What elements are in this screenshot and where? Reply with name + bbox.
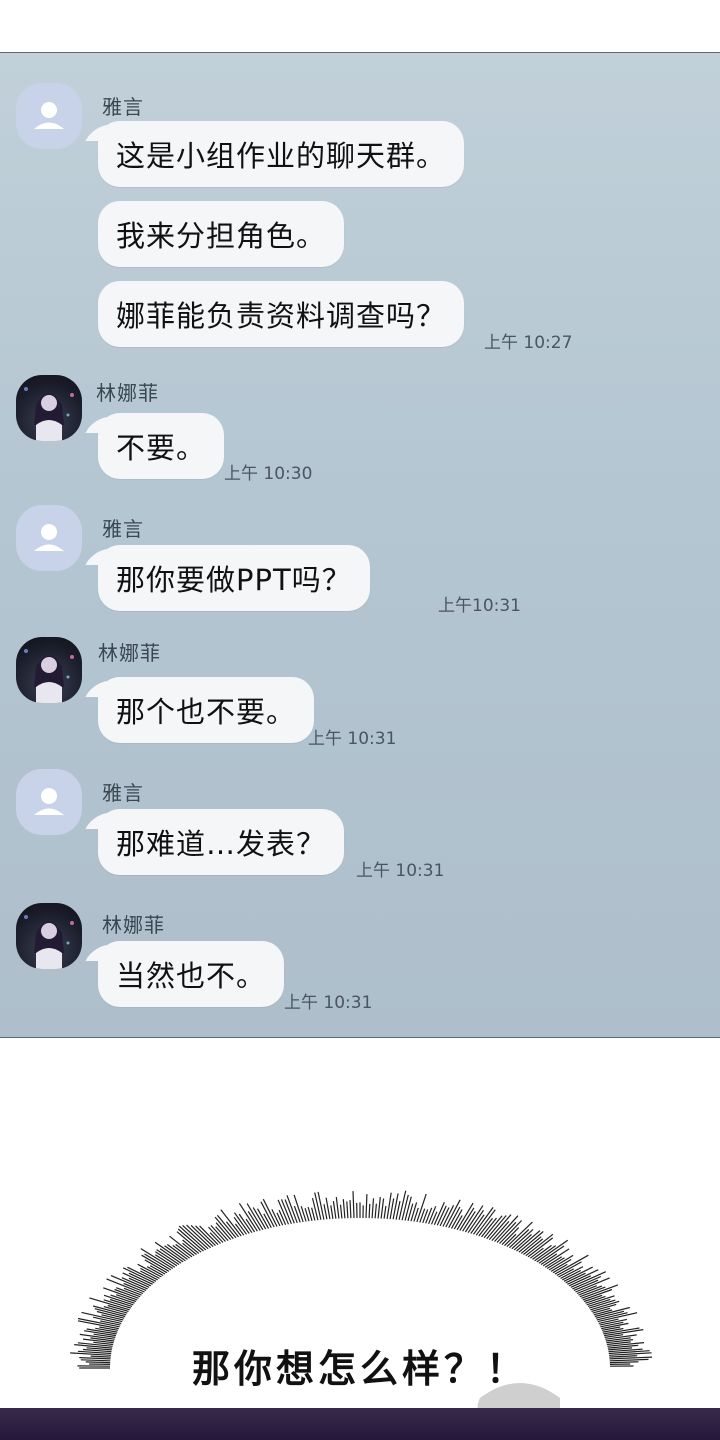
burst-line — [428, 1206, 437, 1225]
burst-line — [278, 1209, 287, 1226]
shout-caption: 那你想怎么样？！ — [191, 1347, 528, 1391]
profile-photo — [24, 915, 74, 969]
burst-line — [377, 1197, 381, 1219]
burst-line — [323, 1204, 328, 1220]
avatar-default[interactable] — [16, 83, 82, 149]
burst-line — [380, 1198, 385, 1219]
burst-line — [368, 1203, 371, 1219]
sender-name: 雅言 — [102, 781, 144, 805]
avatar-photo[interactable] — [16, 375, 82, 441]
caption-panel: 那你想怎么样？！ — [0, 1038, 720, 1440]
sender-name: 雅言 — [102, 95, 144, 119]
burst-line — [352, 1191, 355, 1219]
burst-line — [128, 1277, 150, 1288]
burst-line — [276, 1212, 284, 1226]
burst-line — [252, 1207, 267, 1230]
burst-line — [540, 1253, 558, 1265]
burst-line — [246, 1203, 264, 1231]
sender-name: 林娜菲 — [102, 913, 165, 937]
message-bubble[interactable]: 当然也不。 — [98, 941, 285, 1007]
burst-line — [339, 1204, 343, 1219]
message-bubble[interactable]: 那你要做PPT吗？ — [98, 545, 370, 611]
burst-line — [335, 1197, 340, 1219]
message-bubble[interactable]: 不要。 — [98, 413, 225, 479]
burst-line — [317, 1191, 325, 1220]
burst-line — [346, 1201, 349, 1219]
message-time: 上午 10:31 — [356, 861, 445, 881]
burst-line — [470, 1214, 485, 1234]
person-icon — [34, 788, 64, 815]
message-time: 上午 10:31 — [284, 993, 373, 1013]
burst-line — [349, 1200, 352, 1219]
message-time: 上午 10:27 — [484, 333, 573, 353]
burst-line — [462, 1211, 476, 1232]
avatar-photo[interactable] — [16, 903, 82, 969]
burst-line — [544, 1256, 563, 1268]
burst-line — [401, 1194, 409, 1221]
burst-line — [314, 1192, 322, 1220]
message-bubble[interactable]: 娜菲能负责资料调查吗？ — [98, 281, 465, 347]
chat-panel: 雅言 这是小组作业的聊天群。 我来分担角色。 娜菲能负责资料调查吗？ 上午 10… — [0, 52, 720, 1038]
burst-line — [506, 1221, 533, 1248]
profile-photo — [24, 649, 74, 703]
message-time: 上午10:31 — [438, 596, 521, 616]
sender-name: 雅言 — [102, 517, 144, 541]
message-bubble[interactable]: 那难道…发表？ — [98, 809, 345, 875]
avatar-default[interactable] — [16, 769, 82, 835]
avatar-default[interactable] — [16, 505, 82, 571]
burst-line — [238, 1213, 253, 1234]
sender-name: 林娜菲 — [98, 641, 161, 665]
message-bubble[interactable]: 那个也不要。 — [98, 677, 315, 743]
burst-line — [398, 1190, 407, 1220]
sender-name: 林娜菲 — [96, 381, 159, 405]
burst-line — [330, 1205, 334, 1219]
burst-line — [404, 1196, 412, 1221]
burst-line — [383, 1205, 387, 1219]
burst-line — [562, 1269, 581, 1281]
person-icon — [34, 524, 64, 551]
burst-line — [233, 1216, 247, 1235]
avatar-photo[interactable] — [16, 637, 82, 703]
burst-line — [293, 1205, 301, 1223]
burst-line — [332, 1201, 337, 1219]
burst-line — [523, 1238, 544, 1255]
message-time: 上午 10:30 — [224, 464, 313, 484]
burst-line — [371, 1198, 375, 1219]
profile-photo — [24, 387, 74, 441]
bottom-strip — [0, 1408, 720, 1440]
message-bubble[interactable]: 这是小组作业的聊天群。 — [98, 121, 465, 187]
burst-line — [365, 1194, 368, 1219]
burst-line — [425, 1207, 433, 1224]
burst-line — [311, 1207, 316, 1221]
message-time: 上午 10:31 — [308, 729, 397, 749]
burst-line — [374, 1203, 377, 1219]
burst-line — [144, 1259, 168, 1274]
message-bubble[interactable]: 我来分担角色。 — [98, 201, 345, 267]
burst-line — [342, 1199, 346, 1219]
person-icon — [34, 102, 64, 129]
